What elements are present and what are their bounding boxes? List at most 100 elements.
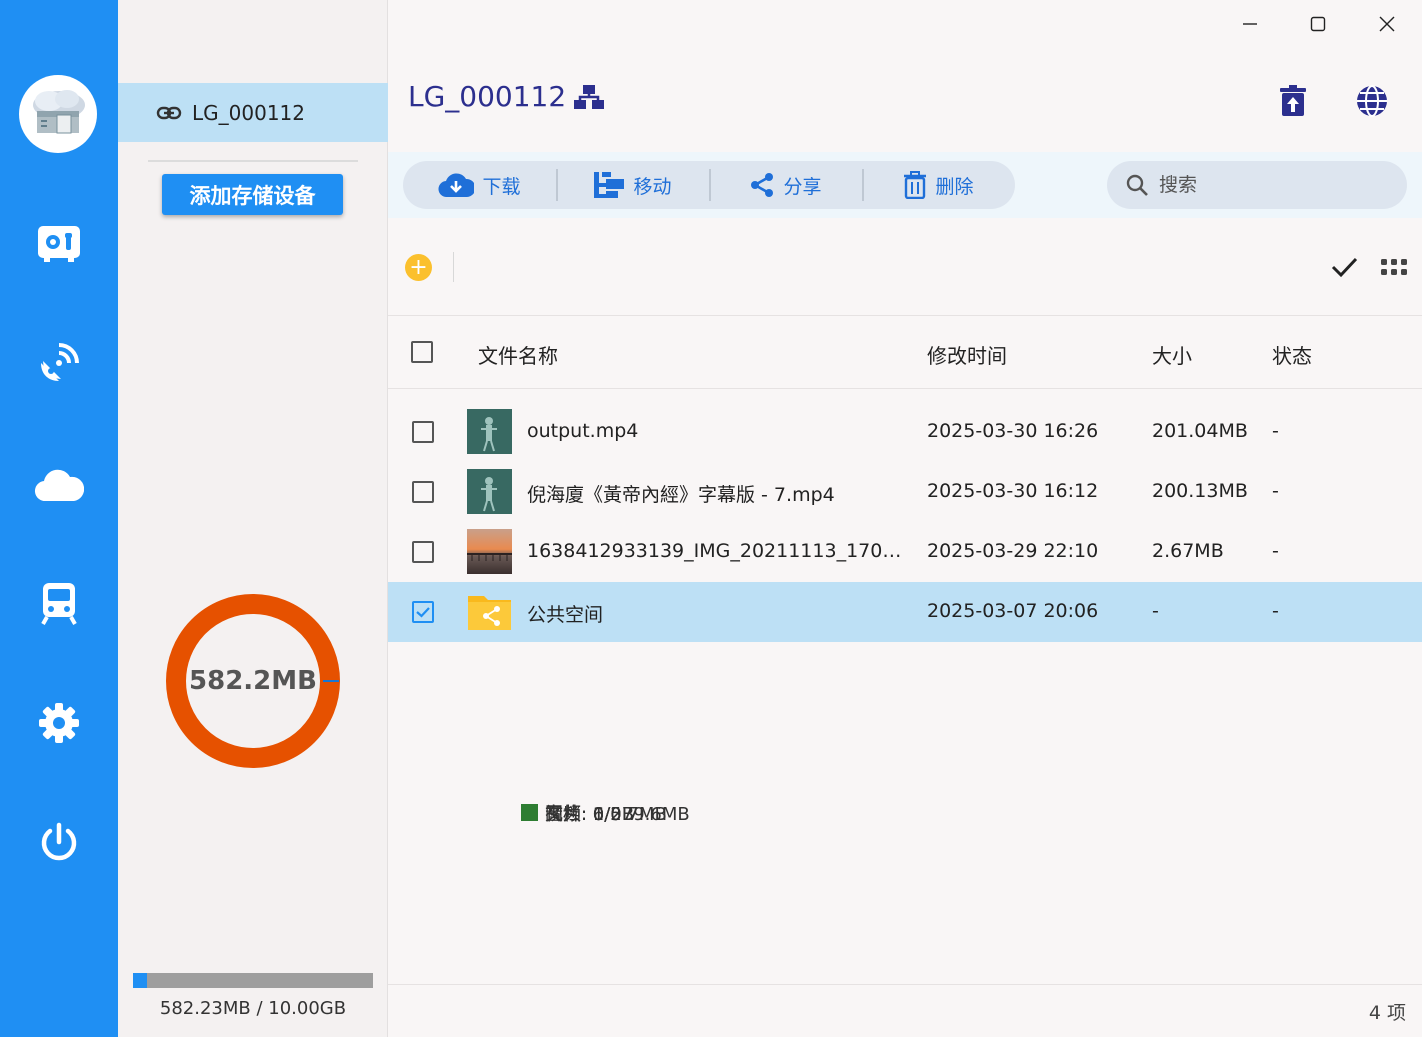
row-checkbox[interactable] (412, 481, 434, 503)
item-count: 4 项 (1368, 1002, 1406, 1024)
delete-button[interactable]: 删除 (862, 161, 1015, 209)
device-list-item[interactable]: LG_000112 (118, 83, 388, 142)
minimize-icon (1243, 23, 1257, 25)
new-item-button[interactable]: + (405, 254, 432, 281)
move-button[interactable]: 移动 (556, 161, 709, 209)
trash-icon (904, 171, 927, 199)
panel-divider (148, 160, 358, 162)
storage-usage-text: 582.23MB / 10.00GB (159, 998, 347, 1019)
rail-power-button[interactable] (34, 818, 84, 868)
cloud-download-icon (438, 173, 475, 198)
add-storage-button[interactable]: 添加存储设备 (162, 174, 343, 215)
rail-cloud-button[interactable] (34, 460, 84, 510)
rail-transfer-button[interactable] (34, 578, 84, 628)
download-button[interactable]: 下载 (403, 161, 556, 209)
video-thumbnail (467, 409, 512, 454)
file-time: 2025-03-29 22:10 (927, 540, 1099, 562)
legend-document: 文档: 0/0B (521, 794, 1422, 832)
train-icon (41, 583, 77, 625)
file-name: 1638412933139_IMG_20211113_1708... (527, 540, 907, 562)
donut-total-label: 582.2MB (189, 666, 317, 696)
satellite-dish-icon (41, 343, 79, 381)
select-all-checkbox[interactable] (411, 341, 433, 363)
table-header-border (388, 388, 1422, 389)
rail-remote-button[interactable] (34, 338, 84, 388)
row-checkbox[interactable] (412, 421, 434, 443)
table-header: 文件名称 修改时间 大小 状态 (388, 316, 1422, 388)
grid-icon (1381, 259, 1407, 275)
file-time: 2025-03-30 16:26 (927, 420, 1099, 442)
shared-folder-icon (467, 589, 512, 634)
legend-swatch (521, 804, 538, 822)
video-thumbnail (467, 469, 512, 514)
check-icon (416, 607, 430, 618)
storage-device-icon (38, 226, 80, 262)
file-size: - (1152, 600, 1159, 622)
file-size: 201.04MB (1152, 420, 1248, 442)
subtoolbar-divider (453, 252, 454, 282)
page-title-text: LG_000112 (408, 80, 567, 113)
file-status: - (1272, 600, 1279, 622)
download-label: 下载 (482, 175, 521, 198)
search-box (1107, 161, 1407, 209)
checkmark-icon (1331, 257, 1358, 278)
file-name: 公共空间 (527, 604, 604, 626)
rail-storage-button[interactable] (34, 218, 84, 268)
rail-settings-button[interactable] (34, 698, 84, 748)
table-row[interactable]: 1638412933139_IMG_20211113_1708... 2025-… (388, 522, 1422, 582)
file-status: - (1272, 540, 1279, 562)
globe-icon (1357, 85, 1387, 117)
close-button[interactable] (1368, 6, 1406, 42)
row-checkbox[interactable] (412, 541, 434, 563)
storage-usage-fill (133, 973, 147, 988)
table-row[interactable]: 倪海廈《黃帝內經》字幕版 - 7.mp4 2025-03-30 16:12 20… (388, 462, 1422, 522)
gear-icon (39, 703, 79, 743)
image-thumbnail (467, 529, 512, 574)
share-label: 分享 (783, 175, 822, 198)
link-icon (156, 106, 182, 119)
move-tree-icon (594, 172, 625, 198)
page-title: LG_000112 (408, 80, 606, 113)
column-name[interactable]: 文件名称 (478, 340, 558, 369)
web-access-button[interactable] (1353, 82, 1391, 120)
app-rail (0, 0, 118, 1037)
move-label: 移动 (633, 175, 672, 198)
file-name: 倪海廈《黃帝內經》字幕版 - 7.mp4 (527, 484, 835, 506)
legend-label: 文档: 0/0B (545, 803, 635, 825)
row-checkbox-checked[interactable] (412, 601, 434, 623)
recycle-bin-button[interactable] (1274, 82, 1312, 120)
device-panel: LG_000112 添加存储设备 582.2MB 视频: 6/579.6MB 图… (118, 0, 690, 1037)
table-row[interactable]: output.mp4 2025-03-30 16:26 201.04MB - (388, 402, 1422, 462)
select-mode-button[interactable] (1329, 252, 1359, 286)
file-time: 2025-03-07 20:06 (927, 600, 1099, 622)
network-icon (574, 84, 605, 109)
cloud-icon (35, 469, 84, 502)
minimize-button[interactable] (1231, 6, 1269, 42)
file-size: 2.67MB (1152, 540, 1224, 562)
footer-border (388, 984, 1422, 985)
delete-label: 删除 (935, 175, 974, 198)
search-icon (1126, 174, 1148, 196)
app-logo (19, 75, 97, 153)
power-icon (41, 822, 77, 861)
share-icon (751, 173, 774, 197)
storage-usage-bar (133, 973, 373, 988)
share-button[interactable]: 分享 (709, 161, 862, 209)
file-time: 2025-03-30 16:12 (927, 480, 1099, 502)
file-status: - (1272, 480, 1279, 502)
file-name: output.mp4 (527, 420, 639, 442)
plus-icon: + (409, 255, 428, 280)
column-size[interactable]: 大小 (1152, 340, 1192, 369)
grid-view-button[interactable] (1381, 257, 1407, 281)
file-size: 200.13MB (1152, 480, 1248, 502)
maximize-button[interactable] (1299, 6, 1337, 42)
device-list-label: LG_000112 (192, 100, 305, 125)
trash-restore-icon (1280, 85, 1306, 116)
search-input[interactable] (1159, 174, 1389, 196)
maximize-icon (1310, 16, 1326, 32)
action-bar: 下载 移动 分享 删除 (403, 161, 1015, 209)
column-status[interactable]: 状态 (1272, 340, 1312, 369)
column-time[interactable]: 修改时间 (927, 340, 1007, 369)
table-row-selected[interactable]: 公共空间 2025-03-07 20:06 - - (388, 582, 1422, 642)
file-status: - (1272, 420, 1279, 442)
